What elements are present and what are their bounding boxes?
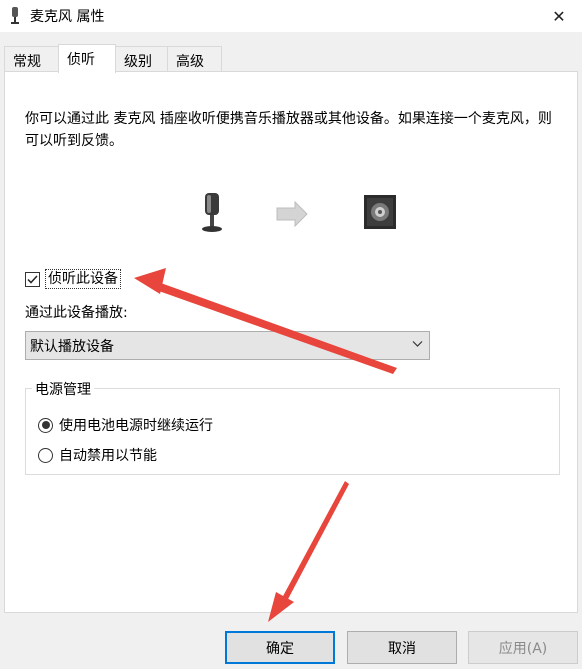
listen-checkbox-row[interactable]: 侦听此设备 xyxy=(25,268,121,290)
checkmark-icon xyxy=(27,274,38,284)
tab-label: 高级 xyxy=(176,54,204,70)
tab-levels[interactable]: 级别 xyxy=(115,46,168,72)
tab-label: 级别 xyxy=(124,54,152,70)
title-bar: 麦克风 属性 ✕ xyxy=(0,0,582,32)
playback-device-value: 默认播放设备 xyxy=(30,338,114,355)
apply-button[interactable]: 应用(A) xyxy=(468,631,578,664)
tab-label: 侦听 xyxy=(67,52,95,68)
power-management-legend: 电源管理 xyxy=(32,379,94,399)
radio-button[interactable] xyxy=(38,447,53,463)
window-title: 麦克风 属性 xyxy=(30,9,105,25)
listen-tab-panel: 你可以通过此 麦克风 插座收听便携音乐播放器或其他设备。如果连接一个麦克风，则可… xyxy=(4,71,578,613)
arrow-right-icon xyxy=(276,200,308,228)
tab-general[interactable]: 常规 xyxy=(4,46,59,72)
chevron-down-icon xyxy=(412,341,423,347)
radio-continue-on-battery[interactable]: 使用电池电源时继续运行 xyxy=(38,415,213,435)
play-through-label: 通过此设备播放: xyxy=(25,305,128,321)
listen-illustration xyxy=(202,193,396,232)
microphone-icon xyxy=(202,193,222,232)
cancel-button[interactable]: 取消 xyxy=(347,631,457,664)
close-button[interactable]: ✕ xyxy=(536,0,582,32)
ok-button[interactable]: 确定 xyxy=(225,631,335,664)
microphone-icon xyxy=(11,7,19,24)
radio-label: 使用电池电源时继续运行 xyxy=(59,418,213,434)
radio-auto-disable[interactable]: 自动禁用以节能 xyxy=(38,445,157,465)
tab-label: 常规 xyxy=(13,54,41,70)
radio-button-selected[interactable] xyxy=(38,417,53,433)
power-management-group: 电源管理 使用电池电源时继续运行 自动禁用以节能 xyxy=(25,379,560,475)
close-icon: ✕ xyxy=(552,6,566,26)
speaker-icon xyxy=(364,195,396,229)
listen-description: 你可以通过此 麦克风 插座收听便携音乐播放器或其他设备。如果连接一个麦克风，则可… xyxy=(25,111,552,149)
listen-checkbox[interactable] xyxy=(25,271,40,287)
listen-checkbox-label[interactable]: 侦听此设备 xyxy=(45,269,121,289)
tab-listen[interactable]: 侦听 xyxy=(58,44,116,73)
radio-label: 自动禁用以节能 xyxy=(59,448,157,464)
playback-device-dropdown[interactable]: 默认播放设备 xyxy=(25,331,430,360)
tab-advanced[interactable]: 高级 xyxy=(167,46,222,72)
